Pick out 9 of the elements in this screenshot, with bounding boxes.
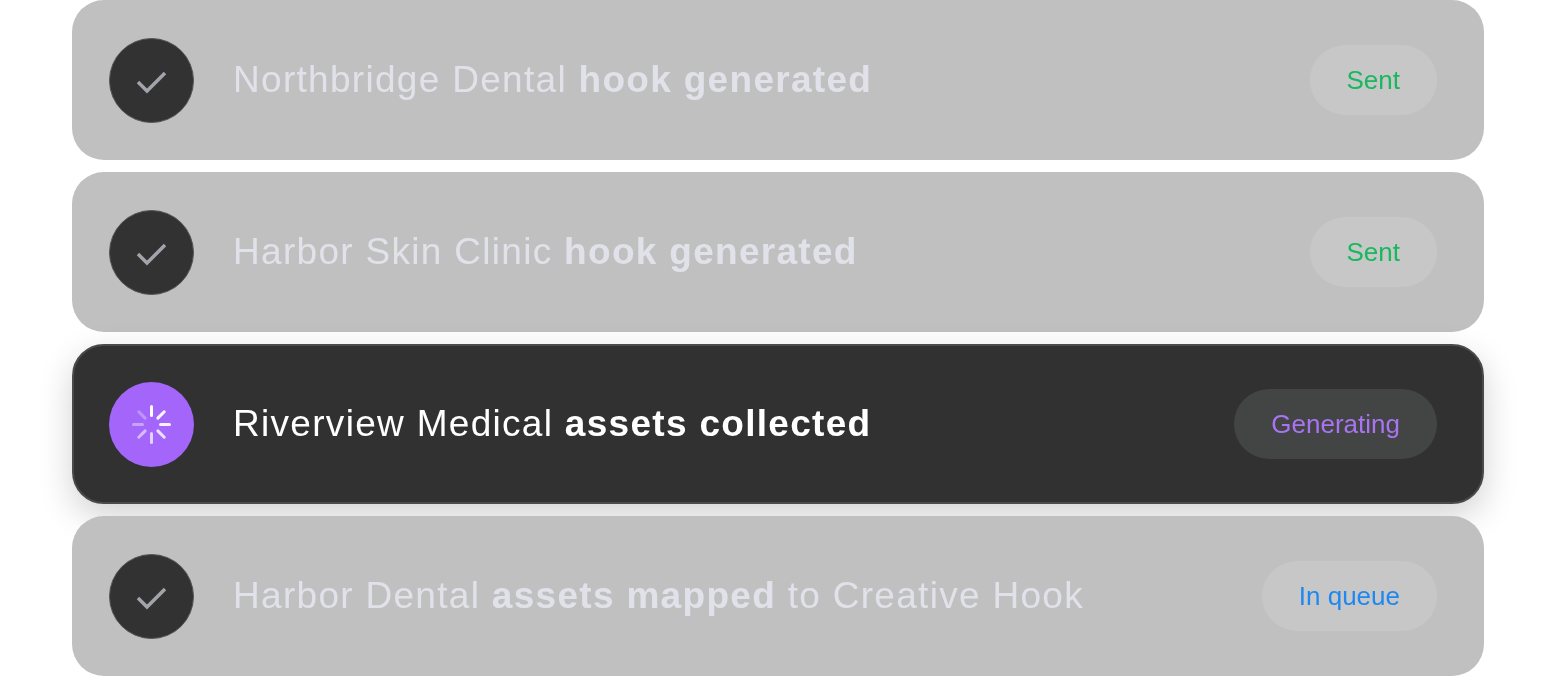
- status-badge: In queue: [1261, 561, 1437, 631]
- task-title: Riverview Medical assets collected: [233, 402, 872, 447]
- check-icon: [109, 553, 194, 639]
- status-badge: Generating: [1234, 389, 1437, 459]
- check-icon: [109, 209, 194, 295]
- status-badge: Sent: [1309, 45, 1437, 115]
- check-icon: [109, 37, 194, 123]
- spinner-icon: [109, 381, 194, 467]
- status-badge: Sent: [1309, 217, 1437, 287]
